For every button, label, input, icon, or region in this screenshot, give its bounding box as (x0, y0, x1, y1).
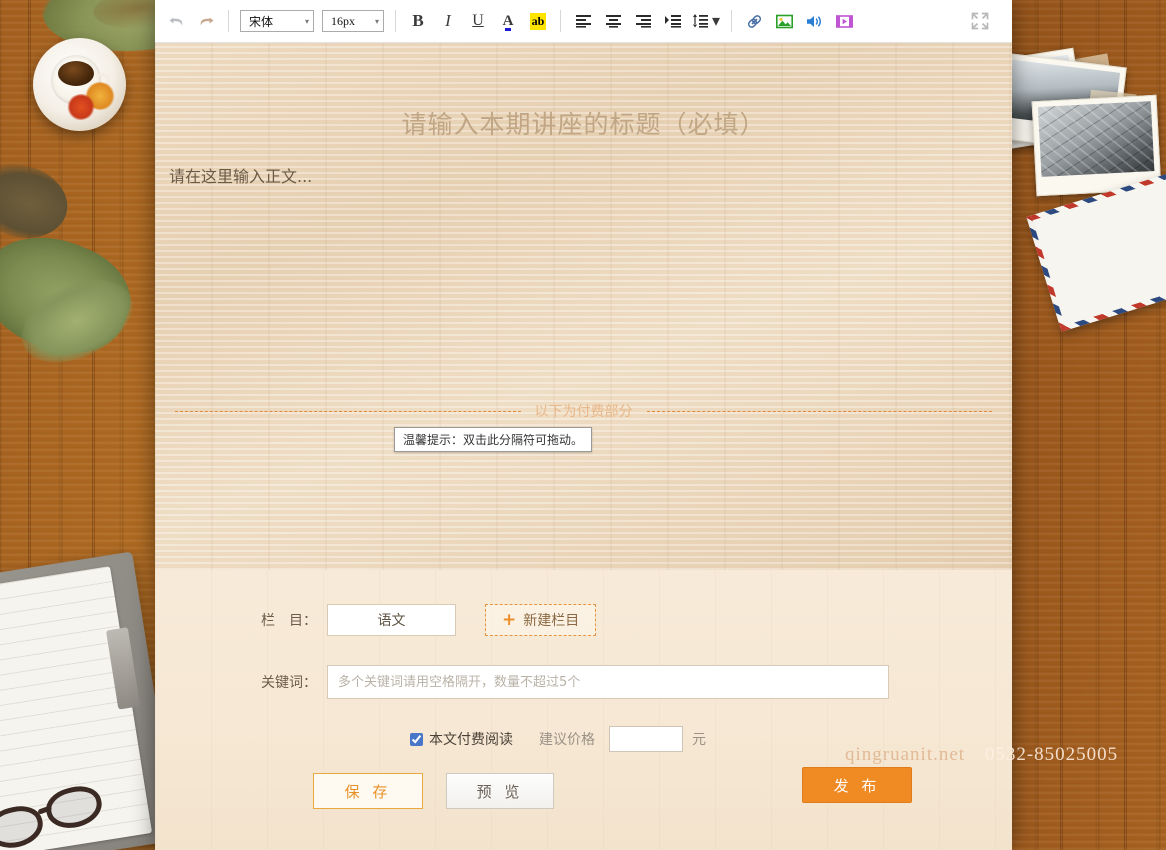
font-family-select[interactable]: 宋体 ▾ (240, 10, 314, 32)
video-icon[interactable] (830, 7, 858, 35)
coffee-liquid (58, 61, 94, 86)
desktop-background: 宋体 ▾ 16px ▾ B I U A ab (0, 0, 1166, 850)
align-right-icon[interactable] (629, 7, 657, 35)
chevron-down-icon: ▾ (305, 17, 309, 26)
font-color-icon[interactable]: A (494, 7, 522, 35)
paid-reading-row: 本文付费阅读 建议价格 元 (155, 699, 1012, 752)
coffee-cup-decoration (33, 38, 126, 131)
article-editor-panel: 宋体 ▾ 16px ▾ B I U A ab (155, 0, 1012, 850)
toolbar-separator (731, 10, 732, 32)
category-label: 栏 目： (255, 610, 317, 630)
new-category-button[interactable]: + 新建栏目 (485, 604, 596, 636)
divider-dash-left (175, 411, 521, 412)
align-left-icon[interactable] (569, 7, 597, 35)
article-title-input[interactable]: 请输入本期讲座的标题（必填） (155, 43, 1012, 141)
keywords-label: 关键词： (255, 672, 317, 692)
italic-icon[interactable]: I (434, 7, 462, 35)
audio-icon[interactable] (800, 7, 828, 35)
editor-toolbar: 宋体 ▾ 16px ▾ B I U A ab (155, 0, 1012, 43)
paid-reading-checkbox-wrap[interactable]: 本文付费阅读 (410, 729, 513, 749)
photo-image (1038, 101, 1155, 177)
paid-reading-label: 本文付费阅读 (429, 729, 513, 749)
toolbar-separator (560, 10, 561, 32)
undo-icon[interactable] (162, 7, 190, 35)
publish-button[interactable]: 发 布 (802, 767, 912, 803)
keywords-row: 关键词： (155, 636, 1012, 699)
new-category-label: 新建栏目 (523, 610, 579, 630)
link-icon[interactable] (740, 7, 768, 35)
preview-button[interactable]: 预 览 (446, 773, 554, 809)
bold-icon[interactable]: B (404, 7, 432, 35)
paid-reading-checkbox[interactable] (410, 733, 423, 746)
font-size-value: 16px (331, 14, 355, 29)
toolbar-separator (395, 10, 396, 32)
category-select[interactable]: 语文 (327, 604, 456, 636)
underline-icon[interactable]: U (464, 7, 492, 35)
indent-icon[interactable] (659, 7, 687, 35)
chevron-down-icon: ▾ (712, 11, 720, 31)
suggested-price-label: 建议价格 (539, 729, 595, 749)
divider-dash-right (647, 411, 993, 412)
line-height-icon[interactable]: ▾ (689, 7, 723, 35)
font-family-value: 宋体 (249, 13, 273, 30)
category-row: 栏 目： 语文 + 新建栏目 (155, 570, 1012, 636)
article-body-input[interactable]: 请在这里输入正文... (155, 163, 1012, 187)
redo-icon[interactable] (192, 7, 220, 35)
underline-glyph: U (472, 12, 484, 30)
toolbar-separator (228, 10, 229, 32)
plus-icon: + (502, 612, 516, 629)
paid-content-divider[interactable]: 以下为付费部分 (175, 401, 992, 421)
italic-glyph: I (445, 11, 451, 31)
chevron-down-icon: ▾ (375, 17, 379, 26)
fullscreen-icon[interactable] (966, 7, 994, 35)
save-button[interactable]: 保 存 (313, 773, 423, 809)
image-icon[interactable] (770, 7, 798, 35)
bold-glyph: B (412, 11, 423, 31)
font-size-select[interactable]: 16px ▾ (322, 10, 384, 32)
align-center-icon[interactable] (599, 7, 627, 35)
suggested-price-input[interactable] (609, 726, 683, 752)
highlight-color-icon[interactable]: ab (524, 7, 552, 35)
font-color-glyph: A (503, 15, 514, 27)
highlight-glyph: ab (530, 13, 547, 30)
keywords-input[interactable] (327, 665, 889, 699)
leaf-decoration-icon (0, 154, 76, 248)
paid-divider-label: 以下为付费部分 (521, 401, 647, 421)
paid-divider-tooltip: 温馨提示：双击此分隔符可拖动。 (394, 427, 592, 452)
editor-content-area[interactable]: 请输入本期讲座的标题（必填） 请在这里输入正文... 以下为付费部分 温馨提示：… (155, 43, 1012, 570)
article-meta-form: 栏 目： 语文 + 新建栏目 关键词： 本文付费阅读 建议价格 元 (155, 570, 1012, 850)
price-unit-label: 元 (692, 729, 706, 749)
